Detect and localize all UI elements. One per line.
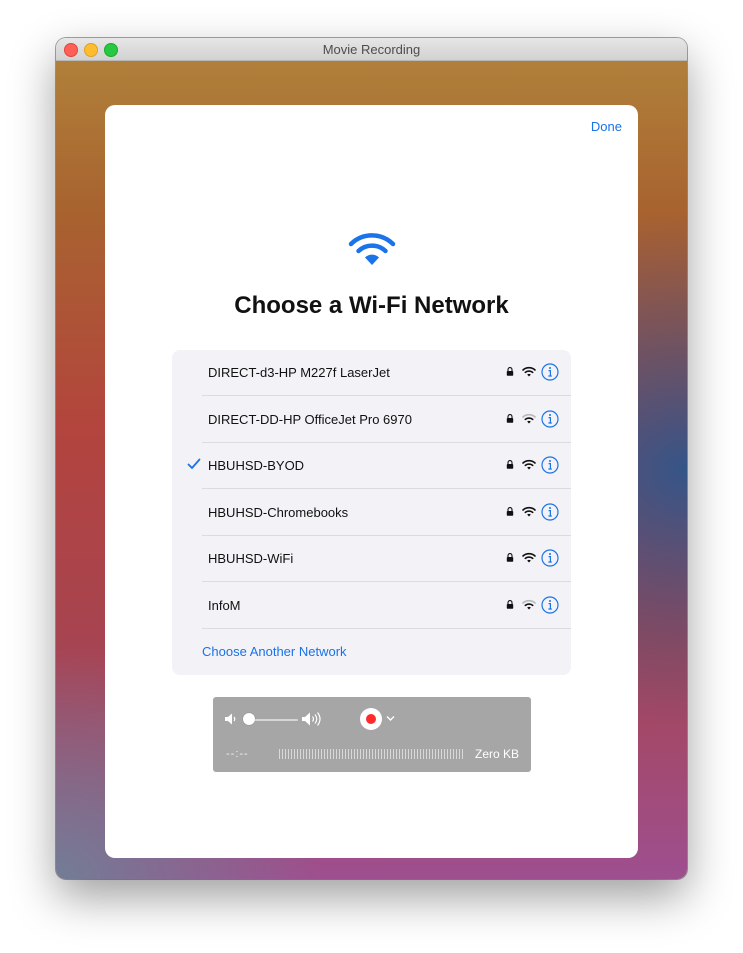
window-title: Movie Recording [322, 42, 421, 57]
lock-icon [506, 553, 514, 562]
desktop-wallpaper: Done Choose a Wi-Fi Network DIRECT-d3-HP… [56, 61, 687, 879]
volume-slider-knob[interactable] [243, 713, 255, 725]
network-row[interactable]: DIRECT-d3-HP M227f LaserJet [172, 350, 571, 396]
info-icon[interactable] [541, 549, 559, 567]
wifi-signal-icon [522, 552, 536, 563]
wifi-signal-icon [522, 459, 536, 470]
lock-icon [506, 460, 514, 469]
network-list: DIRECT-d3-HP M227f LaserJet DIRECT-DD-HP … [172, 350, 571, 675]
network-name: HBUHSD-Chromebooks [208, 504, 349, 520]
network-row[interactable]: HBUHSD-Chromebooks [172, 490, 571, 536]
network-name: HBUHSD-BYOD [208, 458, 305, 473]
wifi-signal-icon [522, 413, 536, 423]
lock-icon [506, 506, 514, 516]
network-row[interactable]: HBUHSD-WiFi [172, 536, 571, 582]
lock-icon [506, 599, 514, 609]
network-name: InfoM [208, 597, 241, 613]
network-name: HBUHSD-WiFi [208, 551, 294, 566]
info-icon[interactable] [541, 409, 559, 428]
record-dot-icon [366, 714, 376, 724]
wifi-icon [348, 233, 396, 265]
choose-another-network-link[interactable]: Choose Another Network [202, 644, 347, 659]
file-size: Zero KB [474, 747, 519, 761]
network-row[interactable]: DIRECT-DD-HP OfficeJet Pro 6970 [172, 397, 571, 443]
info-icon[interactable] [541, 502, 559, 521]
done-button[interactable]: Done [591, 119, 622, 134]
page-title: Choose a Wi-Fi Network [234, 292, 509, 319]
info-icon[interactable] [541, 363, 559, 381]
audio-level-meter [279, 749, 465, 759]
network-name: DIRECT-DD-HP OfficeJet Pro 6970 [208, 411, 412, 427]
volume-high-icon [302, 712, 321, 726]
volume-low-icon [225, 713, 236, 725]
app-window: Movie Recording Done Choose a Wi-Fi Netw… [56, 38, 687, 879]
recording-controls: --:-- Zero KB [213, 697, 531, 772]
title-bar[interactable]: Movie Recording [56, 38, 687, 61]
wifi-signal-icon [522, 599, 536, 609]
record-button[interactable] [360, 708, 382, 730]
network-name: DIRECT-d3-HP M227f LaserJet [208, 365, 390, 380]
chevron-down-icon[interactable] [386, 715, 395, 722]
wifi-signal-icon [522, 366, 536, 377]
wifi-signal-icon [522, 506, 536, 516]
lock-icon [506, 367, 514, 376]
lock-icon [506, 413, 514, 423]
wifi-sheet: Done Choose a Wi-Fi Network DIRECT-d3-HP… [105, 105, 638, 858]
elapsed-time: --:-- [226, 748, 249, 760]
info-icon[interactable] [541, 595, 559, 614]
info-icon[interactable] [541, 456, 559, 474]
row-divider [202, 627, 571, 629]
network-row[interactable]: HBUHSD-BYOD [172, 443, 571, 489]
checkmark-icon [187, 458, 201, 469]
network-row[interactable]: InfoM [172, 583, 571, 629]
